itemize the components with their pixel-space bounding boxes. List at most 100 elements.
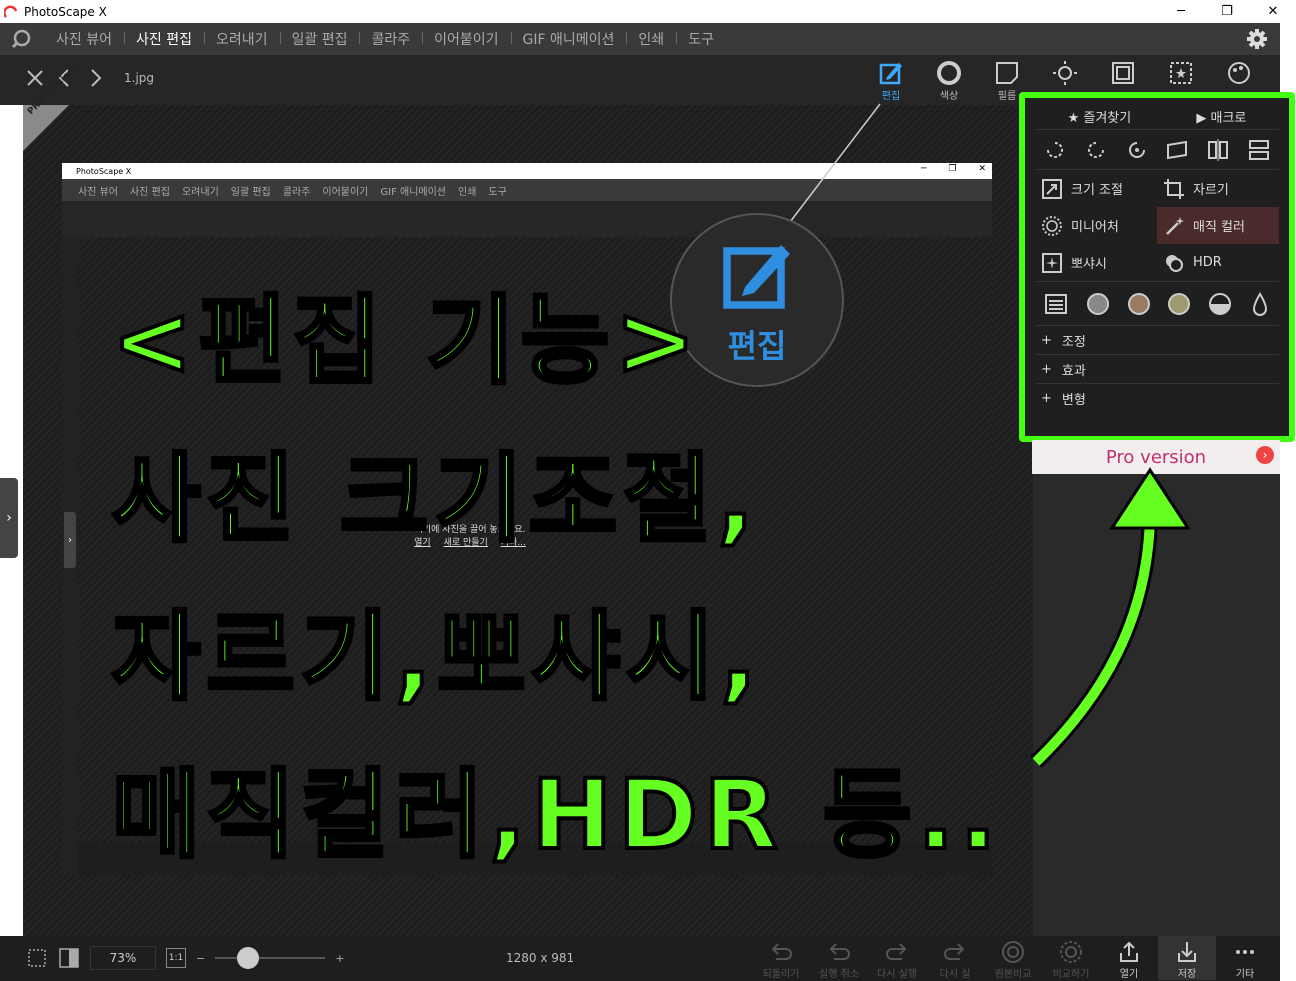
file-name: 1.jpg	[124, 71, 155, 85]
zoom-out-button[interactable]: −	[196, 952, 205, 965]
straighten-icon[interactable]	[1164, 137, 1190, 163]
menu-item-print[interactable]: 인쇄	[626, 29, 676, 49]
inner-menu-item: 이어붙이기	[322, 186, 369, 198]
save-button[interactable]: 저장	[1158, 936, 1216, 980]
plus-icon: +	[1041, 332, 1052, 348]
redo-button[interactable]: 다시 실행	[868, 936, 926, 980]
expand-sidebar-button[interactable]: ›	[0, 478, 18, 558]
redo-all-icon	[944, 943, 965, 960]
flip-vertical-icon[interactable]	[1246, 137, 1272, 163]
filter-split-icon[interactable]	[1208, 292, 1231, 315]
menu-hdr[interactable]: HDR	[1157, 244, 1279, 281]
image-dimensions: 1280 x 981	[506, 951, 575, 965]
menu-miniature[interactable]: 미니어처	[1035, 207, 1157, 244]
plus-icon: +	[1041, 391, 1052, 406]
zoom-slider-knob[interactable]	[237, 947, 260, 969]
redo-all-button[interactable]: 다시 실	[926, 936, 984, 980]
menu-item-cutout[interactable]: 오려내기	[203, 29, 280, 49]
section-transform[interactable]: + 변형	[1035, 384, 1279, 413]
caption-overlay: <편집 기능> 사진 크기조절, 자르기,뽀샤시, 매직컬러,HDR 등..	[110, 262, 1032, 894]
menu-label: 크기 조절	[1071, 183, 1123, 198]
undo-button[interactable]: 실행 취소	[810, 936, 868, 980]
actual-size-button[interactable]: 1:1	[166, 948, 186, 968]
menu-bloom[interactable]: 뽀샤시	[1035, 244, 1157, 281]
frame-icon	[1112, 62, 1134, 84]
action-label: 열기	[1119, 969, 1139, 980]
section-adjust[interactable]: + 조정	[1035, 326, 1279, 355]
compare-button[interactable]: 비교하기	[1042, 936, 1100, 980]
search-icon[interactable]	[10, 28, 32, 50]
filter-warm-icon[interactable]	[1168, 292, 1191, 315]
action-label: 실행 취소	[819, 969, 859, 980]
compare-original-button[interactable]: 원본비교	[984, 936, 1042, 980]
inner-menu-item: GIF 애니메이션	[380, 186, 447, 198]
tool-edit[interactable]: 편집	[862, 55, 920, 105]
minimize-button[interactable]: ─	[1158, 0, 1204, 23]
filter-gray-icon[interactable]	[1086, 292, 1109, 315]
inner-menu-item: 도구	[488, 186, 507, 198]
inner-titlebar: PhotoScape X ─ ❐ ✕	[62, 163, 992, 179]
menu-item-collage[interactable]: 콜라주	[359, 29, 422, 49]
tool-color[interactable]: 색상	[920, 55, 978, 105]
menu-label: 뽀샤시	[1071, 257, 1107, 272]
close-icon[interactable]	[24, 67, 46, 89]
caption-line: <편집 기능>	[110, 283, 702, 399]
window-title: PhotoScape X	[24, 4, 107, 19]
hdr-icon	[1166, 254, 1183, 272]
pro-banner[interactable]: Pro version ›	[1032, 440, 1280, 474]
drop-icon[interactable]	[1250, 291, 1270, 316]
menu-resize[interactable]: 크기 조절	[1035, 170, 1157, 207]
menu-item-editor[interactable]: 사진 편집	[123, 29, 204, 49]
list-icon[interactable]	[1044, 292, 1068, 316]
section-label: 효과	[1061, 363, 1086, 379]
section-effects[interactable]: + 효과	[1035, 355, 1279, 384]
inner-max: ❐	[948, 164, 957, 174]
menu-item-batch[interactable]: 일괄 편집	[279, 29, 360, 49]
zoom-in-button[interactable]: +	[335, 952, 344, 965]
rotate-left-icon[interactable]	[1042, 137, 1068, 163]
zoom-level[interactable]: 73%	[90, 946, 156, 970]
miniature-icon	[1042, 215, 1062, 236]
section-label: 조정	[1061, 334, 1086, 350]
more-button[interactable]: 기타	[1216, 936, 1274, 980]
caption-line: 자르기,뽀샤시,	[110, 599, 763, 715]
zoom-slider[interactable]	[215, 947, 326, 969]
main-menu: 사진 뷰어 사진 편집 오려내기 일괄 편집 콜라주 이어붙이기 GIF 애니메…	[0, 23, 1280, 55]
inner-close: ✕	[978, 164, 986, 174]
favorites-label: 즐겨찾기	[1083, 111, 1132, 126]
macro-tab[interactable]: ▶ 매크로	[1196, 107, 1246, 126]
film-icon	[996, 62, 1018, 84]
flip-horizontal-icon[interactable]	[1205, 137, 1231, 163]
favorites-tab[interactable]: ★ 즐겨찾기	[1068, 107, 1132, 126]
gear-icon[interactable]	[1246, 28, 1268, 50]
filter-sepia-icon[interactable]	[1127, 292, 1150, 315]
select-area-icon[interactable]	[26, 947, 48, 969]
banner-text: Pro version	[1105, 446, 1207, 468]
inner-menu-item: 일괄 편집	[230, 186, 271, 198]
menu-item-combine[interactable]: 이어붙이기	[422, 29, 510, 49]
chevron-right-icon[interactable]: ›	[1256, 446, 1274, 464]
maximize-button[interactable]: ❐	[1204, 0, 1250, 23]
edit-menu-popup: ★ 즐겨찾기 ▶ 매크로 크기 조절 자르기 미니어처 매직 컬러 뽀샤시 HD…	[1019, 92, 1295, 442]
section-label: 변형	[1061, 393, 1086, 408]
inner-menu-item: 사진 뷰어	[78, 186, 118, 198]
compare-view-icon[interactable]	[58, 947, 80, 969]
open-button[interactable]: 열기	[1100, 936, 1158, 980]
crop-icon	[1164, 178, 1184, 199]
menu-crop[interactable]: 자르기	[1157, 170, 1279, 207]
menu-label: HDR	[1193, 255, 1222, 270]
inner-menu-item: 사진 편집	[129, 186, 170, 198]
rotate-right-icon[interactable]	[1083, 137, 1109, 163]
menu-magic-color[interactable]: 매직 컬러	[1157, 207, 1279, 244]
revert-button[interactable]: 되돌리기	[752, 936, 810, 980]
menu-item-tools[interactable]: 도구	[676, 29, 726, 49]
inner-sidebar-tab: ›	[64, 512, 76, 568]
close-button[interactable]: ✕	[1250, 0, 1296, 23]
compare-icon	[1002, 941, 1024, 963]
save-icon	[1178, 942, 1196, 962]
rotate-free-icon[interactable]	[1124, 137, 1150, 163]
menu-item-gif[interactable]: GIF 애니메이션	[510, 29, 627, 49]
menu-item-viewer[interactable]: 사진 뷰어	[44, 29, 124, 49]
chevron-right-icon[interactable]	[84, 67, 106, 89]
inner-menu-item: 콜라주	[282, 186, 311, 198]
